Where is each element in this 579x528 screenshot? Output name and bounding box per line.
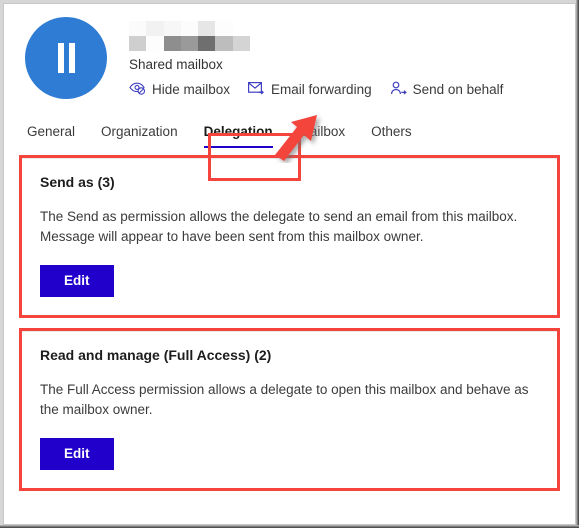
send-on-behalf-icon <box>390 81 407 98</box>
send-as-edit-button[interactable]: Edit <box>40 265 114 297</box>
mailbox-header: Shared mailbox Hide mailbox Email forwar… <box>5 5 574 99</box>
avatar <box>25 17 107 99</box>
full-access-section-highlight: Read and manage (Full Access) (2) The Fu… <box>19 328 560 491</box>
send-as-description: The Send as permission allows the delega… <box>40 209 518 244</box>
hide-mailbox-icon <box>129 81 146 98</box>
avatar-initial-bar-1 <box>57 43 64 73</box>
delegation-sections: Send as (3) The Send as permission allow… <box>5 147 574 491</box>
send-as-card: Send as (3) The Send as permission allow… <box>22 158 557 315</box>
full-access-description: The Full Access permission allows a dele… <box>40 382 529 417</box>
full-access-title: Read and manage (Full Access) (2) <box>40 347 272 363</box>
avatar-initial-bar-2 <box>68 43 75 73</box>
mailbox-header-text: Shared mailbox Hide mailbox Email forwar… <box>107 17 503 98</box>
tab-general[interactable]: General <box>27 124 75 147</box>
tab-bar: General Organization Delegation Mailbox … <box>5 99 574 148</box>
send-as-section-highlight: Send as (3) The Send as permission allow… <box>19 155 560 318</box>
tab-mailbox[interactable]: Mailbox <box>299 124 346 147</box>
screenshot-root: Shared mailbox Hide mailbox Email forwar… <box>0 0 579 528</box>
hide-mailbox-label: Hide mailbox <box>152 82 231 97</box>
mailbox-display-name-redacted <box>129 21 250 51</box>
mailbox-type-label: Shared mailbox <box>129 57 223 72</box>
full-access-edit-button[interactable]: Edit <box>40 438 114 470</box>
tab-delegation[interactable]: Delegation <box>203 124 273 148</box>
mailbox-action-links: Hide mailbox Email forwarding Send on be… <box>129 81 503 98</box>
hide-mailbox-link[interactable]: Hide mailbox <box>129 81 230 98</box>
email-forwarding-icon <box>248 81 265 98</box>
email-forwarding-label: Email forwarding <box>271 82 372 97</box>
tab-organization[interactable]: Organization <box>101 124 178 147</box>
send-on-behalf-label: Send on behalf <box>412 82 504 97</box>
send-on-behalf-link[interactable]: Send on behalf <box>390 81 504 98</box>
send-as-title: Send as (3) <box>40 174 115 190</box>
mailbox-detail-pane: Shared mailbox Hide mailbox Email forwar… <box>5 5 574 523</box>
full-access-card: Read and manage (Full Access) (2) The Fu… <box>22 331 557 488</box>
tab-others[interactable]: Others <box>371 124 412 147</box>
email-forwarding-link[interactable]: Email forwarding <box>248 81 372 98</box>
